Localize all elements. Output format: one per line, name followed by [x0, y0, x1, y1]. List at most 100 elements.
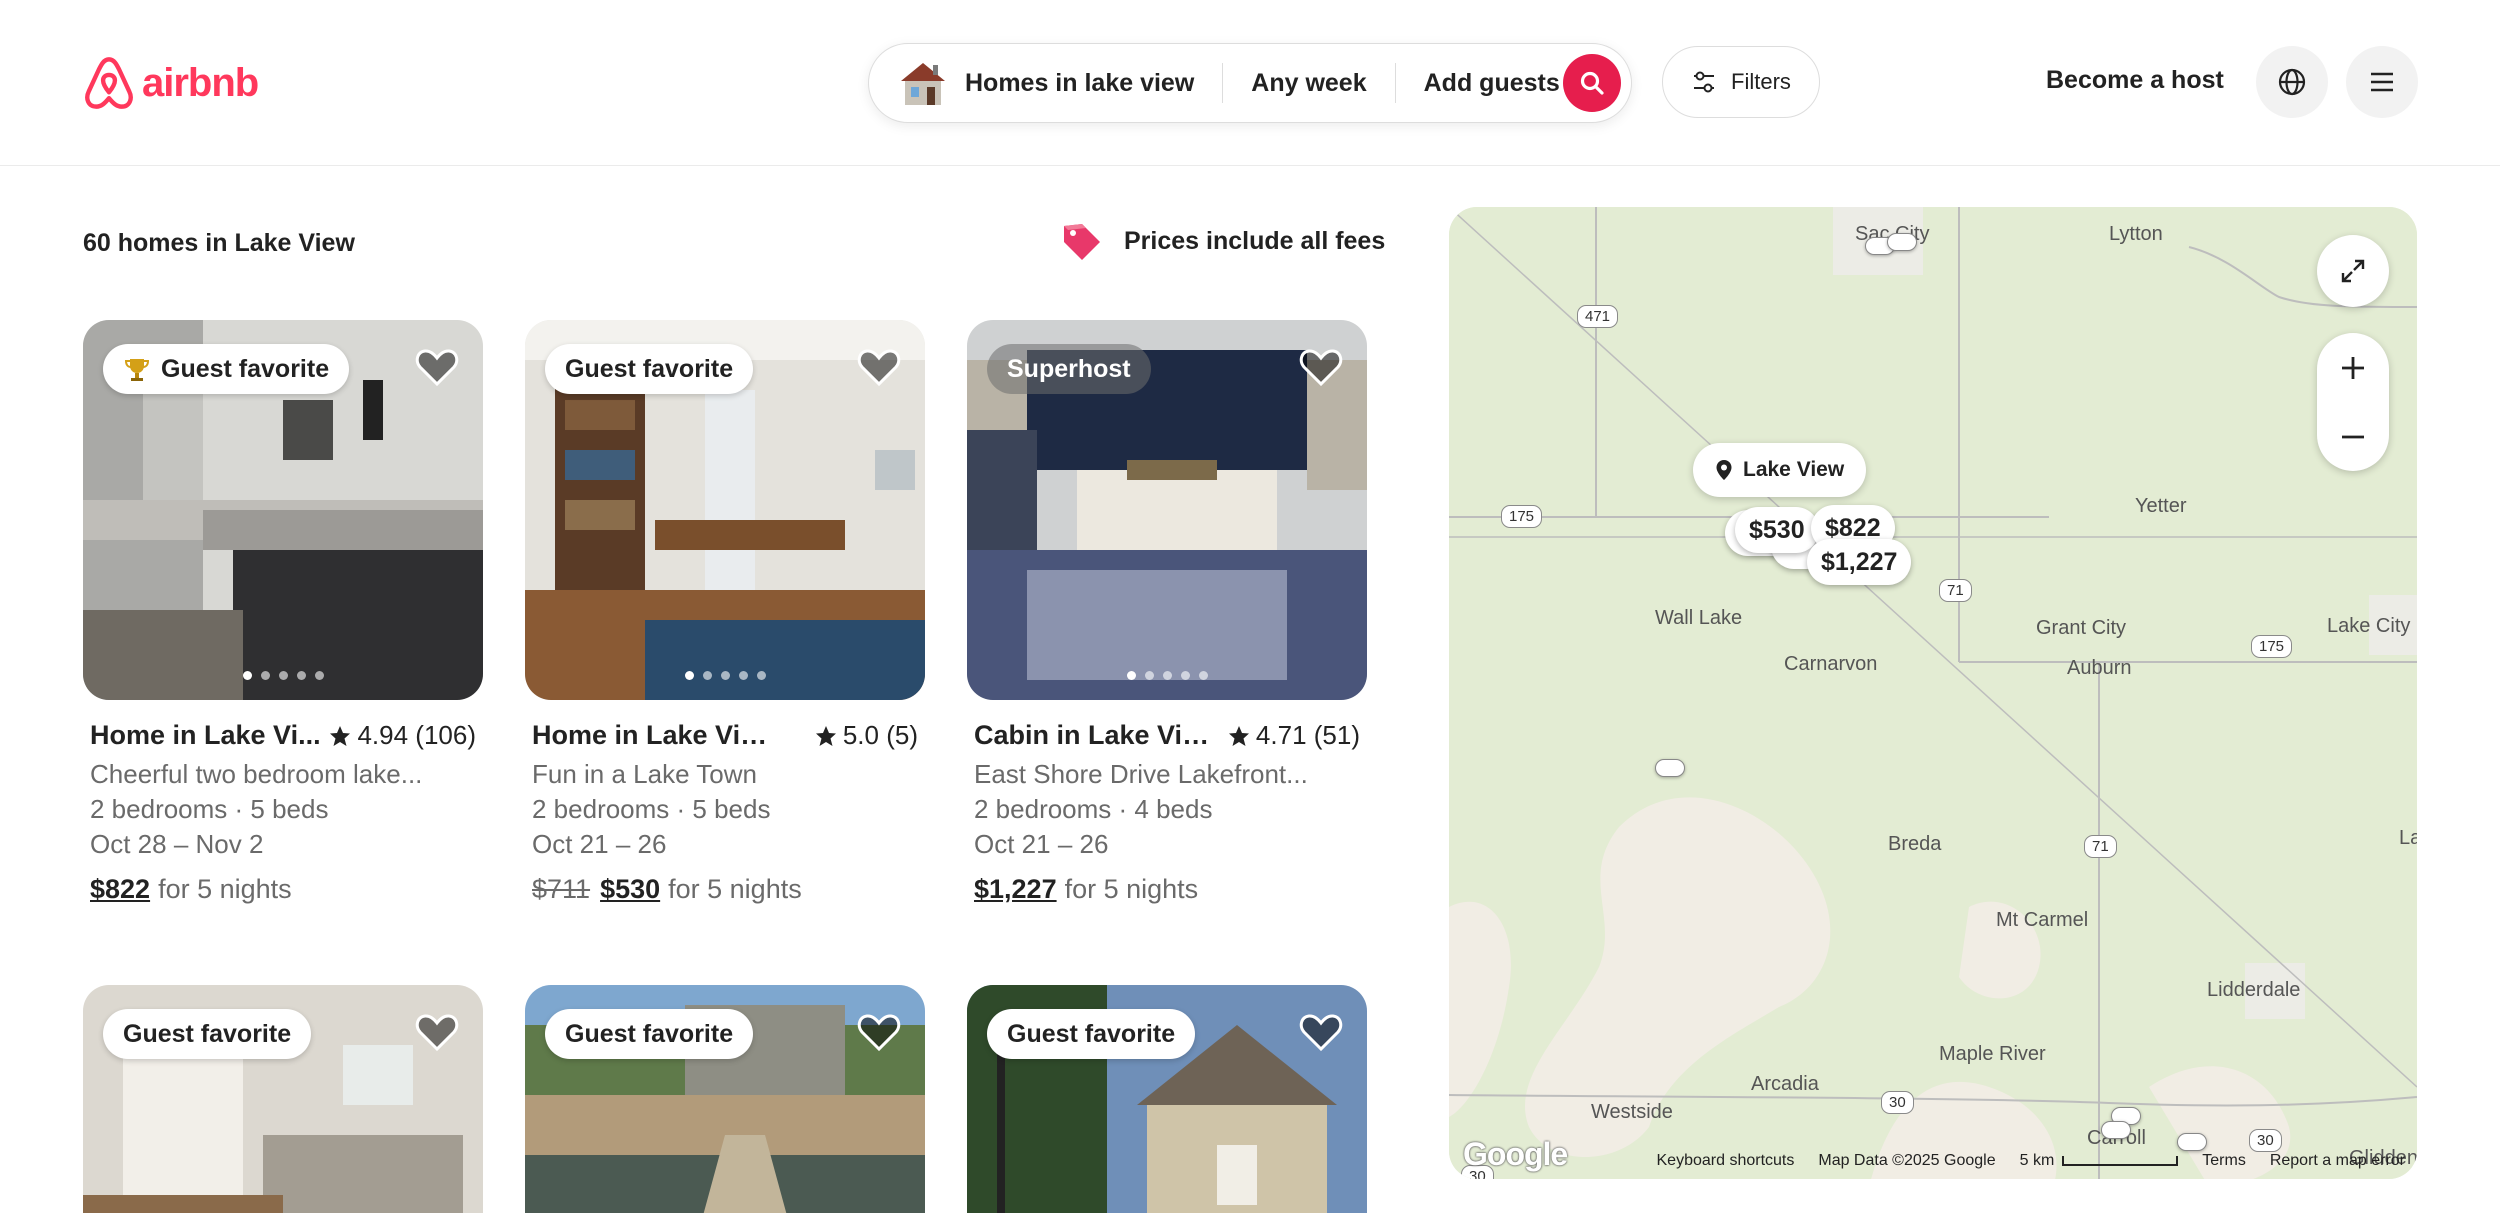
map-zoom-controls: [2317, 333, 2389, 471]
search-icon: [1580, 71, 1604, 95]
airbnb-logo[interactable]: airbnb: [82, 54, 259, 112]
zoom-out-button[interactable]: [2317, 402, 2389, 471]
wishlist-heart-icon[interactable]: [415, 346, 459, 388]
photo-carousel-dots[interactable]: [967, 671, 1367, 680]
listing-title[interactable]: Home in Lake Vi...: [90, 720, 321, 751]
report-map-error-link[interactable]: Report a map error: [2270, 1152, 2405, 1170]
wishlist-heart-icon[interactable]: [857, 346, 901, 388]
carousel-dot[interactable]: [702, 671, 712, 680]
carousel-dot[interactable]: [720, 671, 730, 680]
carousel-dot[interactable]: [684, 671, 694, 680]
main-menu-button[interactable]: [2346, 46, 2418, 118]
listing-card[interactable]: Guest favorite: [83, 985, 483, 1213]
map-place-label: Mt Carmel: [1996, 909, 2089, 931]
listing-card[interactable]: Superhost Cabin in Lake View 4.71 (51) E…: [967, 320, 1367, 905]
map-location-text: Lake View: [1743, 458, 1845, 481]
photo-carousel-dots[interactable]: [83, 671, 483, 680]
terms-link[interactable]: Terms: [2202, 1152, 2246, 1170]
map-place-label: Yetter: [2135, 495, 2187, 517]
price-pin[interactable]: $1,227: [1807, 539, 1912, 585]
listing-photo[interactable]: Guest favorite: [525, 985, 925, 1213]
carousel-dot[interactable]: [278, 671, 288, 680]
minus-icon: [2342, 435, 2364, 438]
listing-card[interactable]: Guest favorite Home in Lake View 5.0 (5)…: [525, 320, 925, 905]
carousel-dot[interactable]: [1126, 671, 1136, 680]
home-icon: [901, 63, 945, 105]
map-expand-button[interactable]: [2317, 235, 2389, 307]
keyboard-shortcuts-link[interactable]: Keyboard shortcuts: [1657, 1152, 1795, 1170]
wishlist-heart-icon[interactable]: [1299, 1011, 1343, 1053]
carousel-dot[interactable]: [738, 671, 748, 680]
listing-price[interactable]: $711 $530 for 5 nights: [532, 874, 918, 905]
carousel-dot[interactable]: [1144, 671, 1154, 680]
carousel-dot[interactable]: [296, 671, 306, 680]
carousel-dot[interactable]: [1180, 671, 1190, 680]
wishlist-heart-icon[interactable]: [1299, 346, 1343, 388]
carousel-dot[interactable]: [314, 671, 324, 680]
language-button[interactable]: [2256, 46, 2328, 118]
zoom-in-button[interactable]: [2317, 333, 2389, 402]
search-divider: [1222, 63, 1224, 103]
listing-photo[interactable]: Guest favorite: [525, 320, 925, 700]
listing-rating: 4.94 (106): [329, 720, 476, 751]
map-place-label: La: [2399, 827, 2417, 849]
route-shield: 30: [1881, 1091, 1914, 1114]
map-mini-pin[interactable]: [1887, 233, 1917, 251]
route-shield: 71: [1939, 579, 1972, 602]
listing-price[interactable]: $1,227 for 5 nights: [974, 874, 1360, 905]
listing-title[interactable]: Cabin in Lake View: [974, 720, 1214, 751]
become-host-link[interactable]: Become a host: [2046, 66, 2224, 95]
route-shield: 175: [1501, 505, 1543, 528]
rating-value: 5.0 (5): [842, 720, 918, 750]
listing-photo[interactable]: Superhost: [967, 320, 1367, 700]
search-button[interactable]: [1563, 54, 1621, 112]
price-amount[interactable]: $530: [600, 874, 660, 904]
price-pin[interactable]: $530: [1735, 507, 1819, 553]
listing-description: East Shore Drive Lakefront...: [974, 759, 1308, 789]
map-place-label: Grant City: [2036, 617, 2127, 639]
map-location-label[interactable]: Lake View: [1693, 443, 1867, 497]
listing-card[interactable]: Guest favorite: [967, 985, 1367, 1213]
listing-photo[interactable]: Guest favorite: [967, 985, 1367, 1213]
search-dates[interactable]: Any week: [1251, 69, 1366, 98]
star-icon: [330, 725, 351, 746]
carousel-dot[interactable]: [756, 671, 766, 680]
carousel-dot[interactable]: [242, 671, 252, 680]
star-icon: [1228, 725, 1249, 746]
listing-card[interactable]: Guest favorite: [525, 985, 925, 1213]
price-amount[interactable]: $1,227: [974, 874, 1057, 904]
map-place-label: Lake City: [2327, 615, 2411, 637]
listing-photo[interactable]: Guest favorite: [83, 320, 483, 700]
airbnb-logo-icon: [85, 57, 133, 109]
route-shield: 175: [2251, 635, 2293, 658]
guest-favorite-badge: Guest favorite: [103, 344, 350, 394]
rating-value: 4.94 (106): [357, 720, 476, 750]
map-mini-pin[interactable]: [1655, 759, 1685, 777]
carousel-dot[interactable]: [1198, 671, 1208, 680]
photo-carousel-dots[interactable]: [525, 671, 925, 680]
top-header: airbnb Homes in lake view Any week Add g…: [0, 0, 2500, 166]
search-bar[interactable]: Homes in lake view Any week Add guests: [868, 43, 1632, 123]
scale-label: 5 km: [2019, 1152, 2055, 1169]
carousel-dot[interactable]: [1162, 671, 1172, 680]
map-panel[interactable]: Sac City Lytton Wall Lake Carnarvon Yett…: [1449, 207, 2417, 1179]
listing-photo[interactable]: Guest favorite: [83, 985, 483, 1213]
filters-button[interactable]: Filters: [1662, 46, 1820, 118]
carousel-dot[interactable]: [260, 671, 270, 680]
listing-price[interactable]: $822 for 5 nights: [90, 874, 476, 905]
price-tag-icon: [1064, 224, 1100, 260]
guest-favorite-badge: Guest favorite: [545, 344, 754, 394]
listing-card[interactable]: Guest favorite Home in Lake Vi... 4.94 (…: [83, 320, 483, 905]
price-amount[interactable]: $822: [90, 874, 150, 904]
search-guests[interactable]: Add guests: [1424, 69, 1560, 98]
map-mini-pin[interactable]: [2101, 1121, 2131, 1139]
badge-label: Guest favorite: [565, 354, 734, 383]
listing-title[interactable]: Home in Lake View: [532, 720, 772, 751]
search-divider: [1394, 63, 1396, 103]
wishlist-heart-icon[interactable]: [415, 1011, 459, 1053]
wishlist-heart-icon[interactable]: [857, 1011, 901, 1053]
listing-description: Cheerful two bedroom lake...: [90, 759, 423, 789]
filters-label: Filters: [1731, 69, 1791, 94]
search-location[interactable]: Homes in lake view: [965, 69, 1194, 98]
listing-beds: 2 bedrooms · 5 beds: [532, 794, 771, 824]
